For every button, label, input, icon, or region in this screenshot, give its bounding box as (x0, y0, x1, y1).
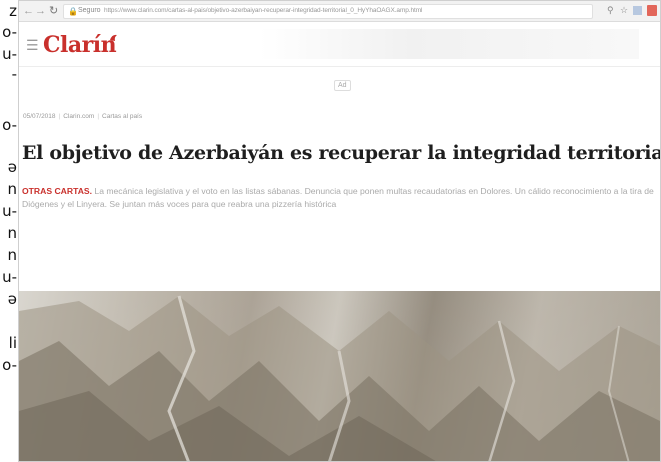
back-icon[interactable]: ← (23, 4, 34, 18)
reload-icon[interactable]: ↻ (49, 4, 58, 18)
page-edge-line: u- (2, 268, 17, 286)
mountain-image (19, 295, 660, 461)
extension-icon[interactable] (647, 5, 657, 16)
source-link[interactable]: Clarin.com (63, 113, 94, 120)
article-meta: 05/07/2018 | Clarin.com | Cartas al país (23, 113, 143, 120)
hero-image (19, 291, 660, 461)
blurred-header-area (259, 29, 639, 59)
secure-label: Seguro (78, 7, 101, 14)
star-icon[interactable]: ☆ (620, 5, 628, 16)
zoom-icon[interactable]: ⚲ (607, 5, 614, 16)
page-edge-line: ə (7, 290, 17, 308)
ad-badge[interactable]: Ad (334, 80, 351, 91)
publish-date: 05/07/2018 (23, 113, 56, 120)
site-logo[interactable]: Clarín (43, 32, 117, 58)
article-headline: El objetivo de Azerbaiyán es recuperar l… (22, 142, 661, 164)
section-link[interactable]: Cartas al país (102, 113, 142, 120)
page-edge-line: u- (2, 45, 17, 63)
article-summary: La mecánica legislativa y el voto en las… (22, 186, 654, 209)
browser-toolbar: ← → ↻ 🔒 Seguro https://www.clarin.com/ca… (19, 1, 660, 22)
page-edge-line: u- (2, 202, 17, 220)
hamburger-icon[interactable]: ☰ (26, 37, 39, 54)
screenshot-frame: ← → ↻ 🔒 Seguro https://www.clarin.com/ca… (18, 0, 661, 462)
page-edge-line: - (11, 65, 17, 83)
lock-icon: 🔒 (68, 7, 78, 16)
page-edge-line: li (8, 334, 17, 352)
page-edge-line: ə (7, 158, 17, 176)
page-edge-line: o- (2, 23, 17, 41)
page-edge-line: n (7, 246, 17, 264)
url-text[interactable]: https://www.clarin.com/cartas-al-pais/ob… (104, 7, 422, 14)
page-edge-line: z (9, 2, 17, 20)
page-edge-line: o- (2, 356, 17, 374)
address-bar[interactable]: 🔒 Seguro https://www.clarin.com/cartas-a… (63, 4, 593, 19)
site-header: ☰ Clarín (19, 23, 660, 67)
forward-icon[interactable]: → (35, 4, 46, 18)
page-edge-line: n (7, 224, 17, 242)
article-subtitle: OTRAS CARTAS. La mecánica legislativa y … (22, 185, 654, 211)
article-kicker: OTRAS CARTAS. (22, 186, 93, 196)
extension-icon[interactable] (633, 6, 642, 15)
page-edge-line: n (7, 180, 17, 198)
logo-mark-icon (110, 34, 117, 41)
page-edge-text: z o- u- - o- ə n u- n n u- ə li o- (0, 0, 18, 462)
page-edge-line: o- (2, 116, 17, 134)
